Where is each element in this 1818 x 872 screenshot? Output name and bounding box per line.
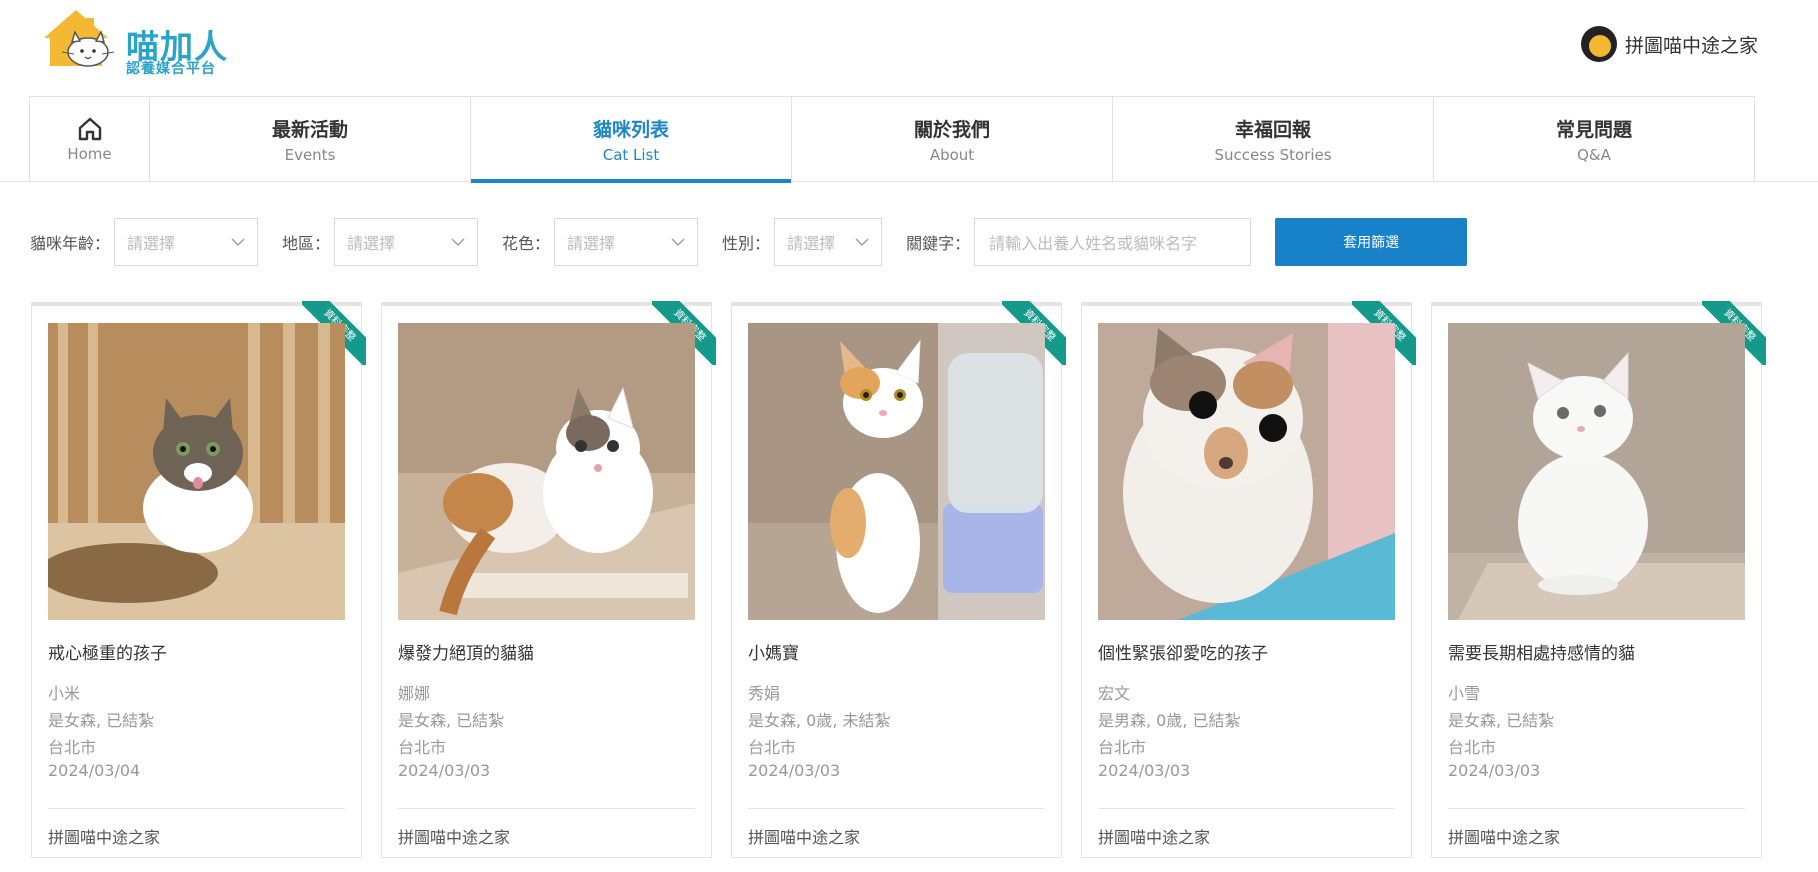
region-select[interactable]: 請選擇 <box>334 218 479 266</box>
cat-info: 是女森, 已結紮 <box>1448 711 1555 730</box>
user-name: 拼圖喵中途之家 <box>1624 34 1758 57</box>
color-select[interactable]: 請選擇 <box>554 218 699 266</box>
region-select-placeholder: 請選擇 <box>347 234 396 253</box>
gender-select[interactable]: 請選擇 <box>774 218 883 266</box>
nav-label-zh: 幸福回報 <box>1234 119 1311 141</box>
age-filter-label: 貓咪年齡： <box>30 234 111 253</box>
cat-shelter[interactable]: 拼圖喵中途之家 <box>748 824 860 848</box>
cat-info: 是女森, 0歲, 未結紮 <box>748 711 891 730</box>
nav-label-zh: 關於我們 <box>913 119 990 141</box>
age-select[interactable]: 請選擇 <box>114 218 259 266</box>
apply-filter-button[interactable]: 套用篩選 <box>1275 218 1468 266</box>
cat-card[interactable]: 資料完整 個性緊張卻愛吃的孩子 宏文 是男森, 0歲, 已結紮 台北市 2024… <box>1081 301 1416 858</box>
cat-card[interactable]: 資料完整 小媽寶 秀娟 是女森, 0歲, 未結紮 台北市 2 <box>731 301 1066 858</box>
cat-shelter[interactable]: 拼圖喵中途之家 <box>1098 824 1210 848</box>
cat-card[interactable]: 資料完整 戒心極重的孩子 小米 是女森, 已結紮 台北市 2024/03/04 <box>31 301 366 858</box>
age-select-placeholder: 請選擇 <box>127 234 176 253</box>
card-divider <box>748 808 1045 809</box>
nav-events[interactable]: 最新活動 Events <box>149 96 471 182</box>
cat-name: 秀娟 <box>748 684 781 703</box>
site-header: 喵加人 認養媒合平台 拼圖喵中途之家 <box>0 0 1818 96</box>
cat-card[interactable]: 資料完整 爆發力絕頂的貓貓 娜娜 是女森, 已結紮 台北市 <box>381 301 716 858</box>
region-filter-label: 地區： <box>282 234 331 253</box>
chevron-down-icon <box>231 238 245 246</box>
chevron-down-icon <box>855 238 869 246</box>
cat-date: 2024/03/03 <box>1098 761 1191 780</box>
cat-city: 台北市 <box>1098 738 1147 757</box>
gender-filter-label: 性別： <box>722 234 771 253</box>
nav-home[interactable]: Home <box>29 96 150 182</box>
color-select-placeholder: 請選擇 <box>567 234 616 253</box>
gender-select-placeholder: 請選擇 <box>787 234 836 253</box>
cat-date: 2024/03/04 <box>48 761 141 780</box>
cat-card[interactable]: 資料完整 需要長期相處持感情的貓 小雪 是女森, 已結紮 台北市 2024/03… <box>1431 301 1766 858</box>
logo-subtitle: 認養媒合平台 <box>126 61 216 77</box>
cat-photo[interactable] <box>1098 323 1395 620</box>
nav-about[interactable]: 關於我們 About <box>791 96 1113 182</box>
home-icon <box>78 117 101 140</box>
cat-card-title: 爆發力絕頂的貓貓 <box>398 644 534 664</box>
filter-bar: 貓咪年齡： 請選擇 地區： 請選擇 花色： 請選擇 性別： 請選擇 關鍵字： 請… <box>30 218 1468 266</box>
nav-cat-list[interactable]: 貓咪列表 Cat List <box>470 96 792 183</box>
chevron-down-icon <box>451 238 465 246</box>
cat-city: 台北市 <box>48 738 97 757</box>
cat-info: 是女森, 已結紮 <box>48 711 155 730</box>
avatar <box>1580 26 1617 62</box>
nav-label-zh: 最新活動 <box>271 119 348 141</box>
nav-qa[interactable]: 常見問題 Q&A <box>1433 96 1755 182</box>
card-divider <box>398 808 695 809</box>
card-divider <box>48 808 345 809</box>
cat-card-title: 需要長期相處持感情的貓 <box>1448 644 1635 664</box>
cat-name: 小雪 <box>1448 684 1481 703</box>
nav-label-en: Success Stories <box>1214 146 1332 164</box>
cat-city: 台北市 <box>748 738 797 757</box>
nav-label-zh: 貓咪列表 <box>592 119 669 141</box>
nav-home-label: Home <box>67 144 112 163</box>
chevron-down-icon <box>671 238 685 246</box>
nav-label-en: Cat List <box>602 146 660 164</box>
cat-shelter[interactable]: 拼圖喵中途之家 <box>48 824 160 848</box>
keyword-filter-label: 關鍵字： <box>906 234 971 253</box>
cat-city: 台北市 <box>398 738 447 757</box>
cat-card-title: 個性緊張卻愛吃的孩子 <box>1098 644 1268 664</box>
keyword-input[interactable]: 請輸入出養人姓名或貓咪名字 <box>974 218 1252 266</box>
cat-name: 娜娜 <box>398 684 431 703</box>
cat-info: 是女森, 已結紮 <box>398 711 505 730</box>
cat-card-list: 資料完整 戒心極重的孩子 小米 是女森, 已結紮 台北市 2024/03/04 <box>31 301 1766 858</box>
card-divider <box>1098 808 1395 809</box>
cat-card-title: 小媽寶 <box>748 644 799 664</box>
cat-name: 小米 <box>48 684 81 703</box>
cat-shelter[interactable]: 拼圖喵中途之家 <box>1448 824 1560 848</box>
main-nav: Home 最新活動 Events 貓咪列表 Cat List 關於我們 Abou… <box>0 96 1818 183</box>
cat-photo[interactable] <box>48 323 345 620</box>
site-logo[interactable]: 喵加人 認養媒合平台 <box>42 8 232 80</box>
cat-city: 台北市 <box>1448 738 1497 757</box>
cat-shelter[interactable]: 拼圖喵中途之家 <box>398 824 510 848</box>
nav-label-en: Q&A <box>1577 146 1611 164</box>
cat-photo[interactable] <box>748 323 1045 620</box>
cat-photo[interactable] <box>1448 323 1745 620</box>
nav-success-stories[interactable]: 幸福回報 Success Stories <box>1112 96 1434 182</box>
user-menu[interactable]: 拼圖喵中途之家 <box>1580 26 1758 62</box>
cat-date: 2024/03/03 <box>398 761 491 780</box>
color-filter-label: 花色： <box>502 234 551 253</box>
card-divider <box>1448 808 1745 809</box>
cat-card-title: 戒心極重的孩子 <box>48 644 167 664</box>
nav-label-en: Events <box>284 146 336 164</box>
cat-info: 是男森, 0歲, 已結紮 <box>1098 711 1241 730</box>
cat-photo[interactable] <box>398 323 695 620</box>
nav-label-zh: 常見問題 <box>1555 119 1632 141</box>
nav-label-en: About <box>929 146 975 164</box>
cat-date: 2024/03/03 <box>748 761 841 780</box>
cat-name: 宏文 <box>1098 684 1131 703</box>
cat-date: 2024/03/03 <box>1448 761 1541 780</box>
